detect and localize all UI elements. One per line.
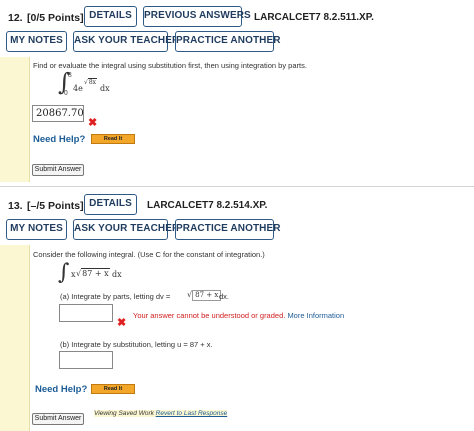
q12-points: [0/5 Points] <box>27 12 84 24</box>
q13-revert-link[interactable]: Revert to Last Response <box>156 410 228 417</box>
q13-part-a-answer-field[interactable] <box>59 304 113 322</box>
q13-practice-another-button[interactable]: PRACTICE ANOTHER <box>175 219 280 240</box>
q12-lower-limit: 0 <box>64 90 68 97</box>
q12-read-it-button[interactable]: Read It <box>91 134 135 144</box>
q12-number: 12. <box>8 12 23 24</box>
q13-submit-button[interactable]: Submit Answer <box>32 413 84 425</box>
q12-ask-teacher-button[interactable]: ASK YOUR TEACHER <box>73 31 179 52</box>
q13-part-b-label: (b) Integrate by substitution, letting u… <box>60 340 213 349</box>
q13-my-notes-button[interactable]: MY NOTES <box>6 219 67 240</box>
q12-my-notes-button[interactable]: MY NOTES <box>6 31 67 52</box>
q12-dx: dx <box>100 84 110 93</box>
q13-part-a-label: (a) Integrate by parts, letting dv = <box>60 292 171 301</box>
q13-part-a-sqrt: 87 + x <box>192 290 222 301</box>
q13-need-help-label: Need Help? <box>35 384 88 395</box>
q13-viewing-saved-work: Viewing Saved Work Revert to Last Respon… <box>94 410 228 417</box>
q12-side-bar <box>0 57 30 182</box>
q13-integral-sign: ∫ <box>58 260 70 285</box>
q13-error-message: Your answer cannot be understood or grad… <box>133 311 344 320</box>
q12-details-button[interactable]: DETAILS <box>84 6 137 27</box>
q13-side-bar <box>0 245 30 431</box>
divider <box>0 186 474 187</box>
q12-practice-another-button[interactable]: PRACTICE ANOTHER <box>175 31 280 52</box>
q12-prompt: Find or evaluate the integral using subs… <box>33 61 307 70</box>
x-mark-icon: ✖ <box>117 317 127 329</box>
q12-problem-code: LARCALCET7 8.2.511.XP. <box>254 12 374 23</box>
q13-problem-code: LARCALCET7 8.2.514.XP. <box>147 200 268 211</box>
q13-points: [–/5 Points] <box>27 200 84 212</box>
q12-previous-answers-button[interactable]: PREVIOUS ANSWERS <box>143 6 251 27</box>
q13-part-a-dx: dx. <box>219 292 230 301</box>
q13-number: 13. <box>8 200 23 212</box>
q13-ask-teacher-button[interactable]: ASK YOUR TEACHER <box>73 219 179 240</box>
q13-error-text: Your answer cannot be understood or grad… <box>133 311 286 320</box>
q12-submit-button[interactable]: Submit Answer <box>32 164 84 176</box>
x-mark-icon: ✖ <box>88 117 98 129</box>
q12-answer-field[interactable]: 20867.70 <box>32 105 84 122</box>
q13-prompt: Consider the following integral. (Use C … <box>33 250 265 259</box>
q13-part-b-answer-field[interactable] <box>59 351 113 369</box>
q13-integrand-radical: √87 + x <box>76 268 110 278</box>
q13-read-it-button[interactable]: Read It <box>91 384 135 394</box>
q12-need-help-label: Need Help? <box>33 134 86 145</box>
q13-part-a-radical: √ 87 + x <box>187 290 222 301</box>
q12-upper-limit: 8 <box>68 72 72 79</box>
q13-dx: dx <box>112 270 122 279</box>
q13-integrand-sqrt: 87 + x <box>81 268 110 278</box>
q13-more-information-link[interactable]: More Information <box>287 311 344 320</box>
q13-details-button[interactable]: DETAILS <box>84 194 137 215</box>
q12-integrand-coef: 4e <box>73 84 83 93</box>
q12-integrand-sqrt: 8x <box>87 78 98 86</box>
q12-integrand-radical: √8x <box>84 78 98 86</box>
q13-viewing-prefix: Viewing Saved Work <box>94 410 154 417</box>
q13-integrand-x: x <box>71 270 76 279</box>
